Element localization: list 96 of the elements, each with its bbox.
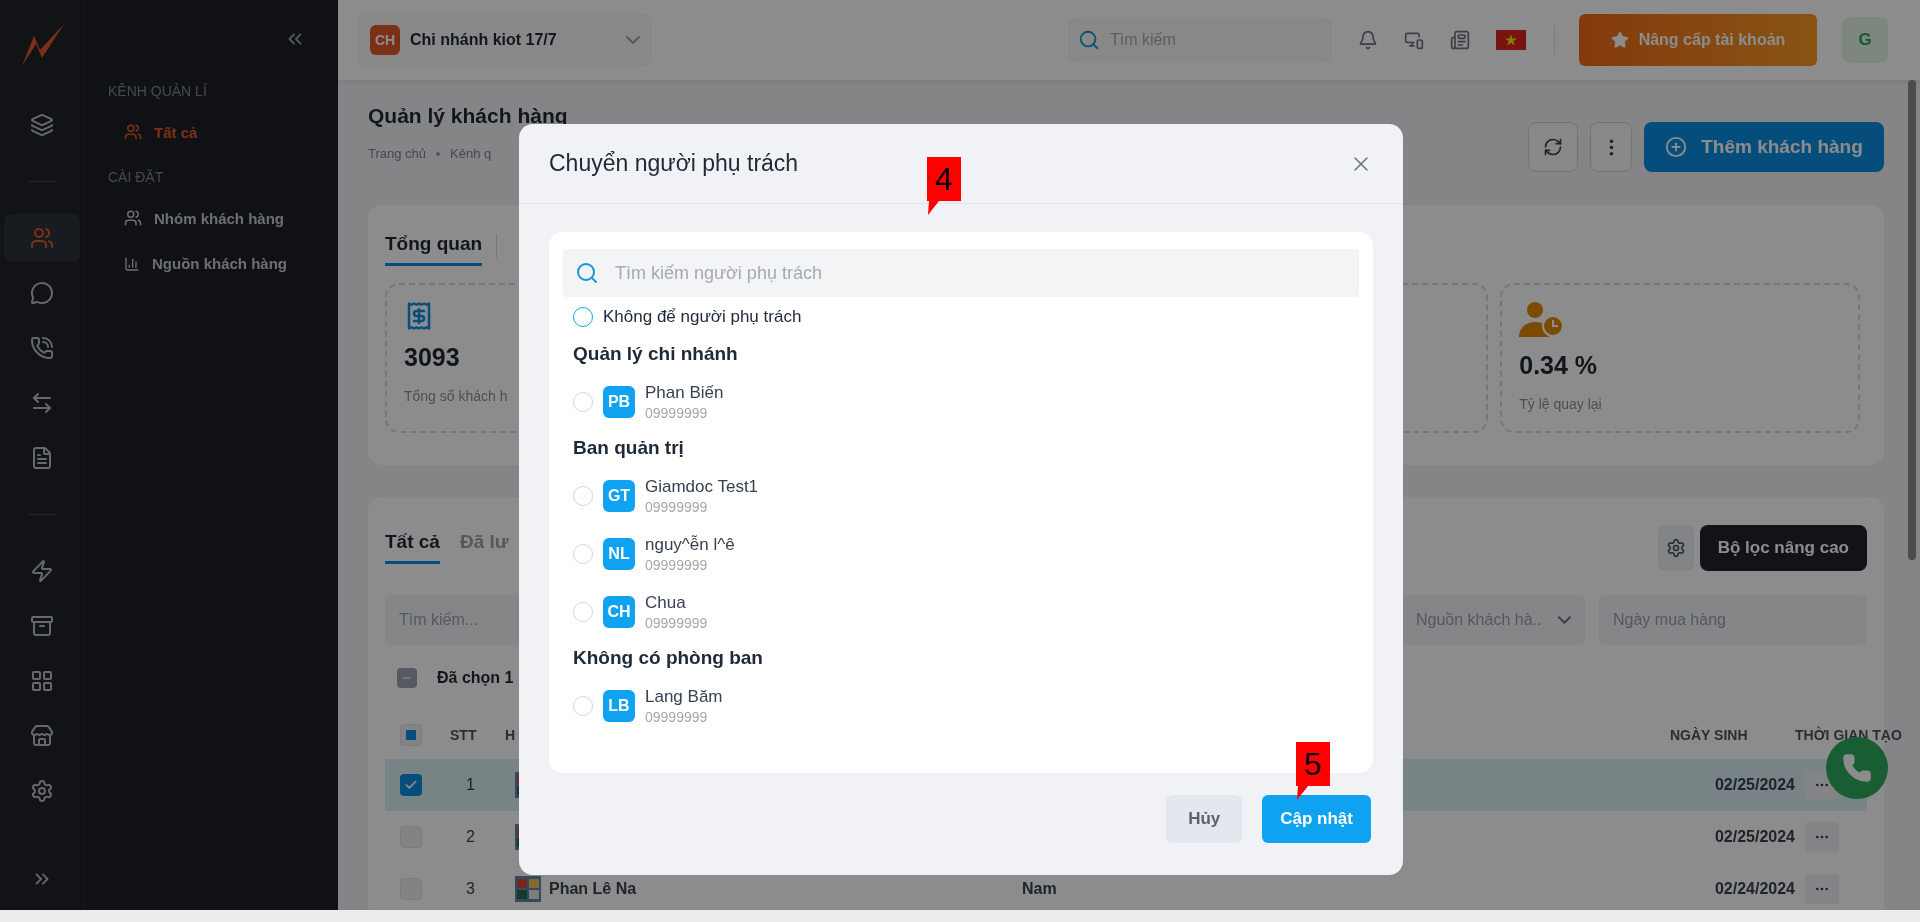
tab[interactable]: Tất cả [385, 531, 440, 564]
chat-icon [30, 281, 54, 305]
group-title: Không có phòng ban [572, 647, 764, 669]
more-icon [1608, 138, 1614, 156]
chart-icon [124, 255, 140, 272]
stat-value: 0.34 % [1519, 351, 1598, 380]
menu-item[interactable]: Nhóm khách hàng [108, 209, 338, 227]
section-title: CÀI ĐẶT [108, 169, 165, 185]
settings-icon [1665, 537, 1686, 558]
news-icon[interactable] [1450, 30, 1470, 50]
search-icon [1078, 29, 1100, 51]
refresh-button[interactable] [1528, 122, 1578, 172]
cancel-button[interactable]: Hủy [1166, 795, 1243, 843]
menu-item[interactable]: Nguồn khách hàng [108, 255, 338, 272]
breadcrumb-link[interactable]: Kênh q [450, 146, 492, 161]
deselect-checkbox[interactable] [397, 668, 417, 688]
stat-value: 3093 [404, 343, 460, 372]
scrollbar[interactable] [1908, 80, 1916, 560]
menu-item[interactable]: Tất cả [108, 123, 338, 141]
settings-icon [30, 779, 54, 803]
users-icon [124, 123, 142, 141]
lightning-icon [30, 559, 54, 583]
table-cell: 02/25/2024 [1714, 828, 1795, 846]
row-checkbox[interactable] [400, 774, 422, 796]
chevron-icon [626, 36, 640, 44]
table-cell: 02/24/2024 [1714, 880, 1795, 898]
initials-avatar: GT [603, 480, 635, 512]
stat-label: Tổng số khách h [404, 388, 508, 404]
table-cell: 02/25/2024 [1714, 776, 1795, 794]
users-icon [124, 209, 142, 227]
column-header: STT [449, 727, 477, 743]
star-icon [1610, 31, 1629, 49]
tab[interactable]: Tổng quan [385, 233, 483, 266]
add-customer-button[interactable]: Thêm khách hàng [1644, 122, 1884, 172]
users-icon [30, 226, 54, 250]
breadcrumb-link[interactable]: Trang chủ [368, 146, 427, 161]
stat-label: Tỷ lệ quay lại [1519, 396, 1602, 412]
person-name: Lang Băm [645, 687, 723, 707]
section-title: KÊNH QUẢN LÍ [108, 83, 208, 99]
person-name: nguy^ễn l^ê [645, 535, 735, 555]
table-cell-text: 1 [465, 776, 475, 794]
initials-avatar: LB [603, 690, 635, 722]
phone-icon [1842, 753, 1872, 783]
refresh-icon [1543, 137, 1563, 157]
callout-label: 5 [1296, 742, 1330, 786]
search-input[interactable]: Tìm kiếm người phụ trách [613, 261, 1308, 285]
document-icon [30, 446, 54, 470]
initials-avatar: CH [603, 596, 635, 628]
phone-number: 09999999 [645, 709, 709, 725]
check-icon [404, 778, 418, 792]
flag-icon[interactable] [1496, 30, 1526, 50]
bell-icon[interactable] [1358, 30, 1378, 50]
branch-selector[interactable]: CH Chi nhánh kiot 17/7 [358, 14, 652, 66]
phone-number: 09999999 [645, 499, 709, 515]
upgrade-button[interactable]: Nâng cấp tài khoản [1579, 14, 1817, 66]
tab[interactable]: Đã lư [459, 531, 509, 564]
user-avatar[interactable]: G [1842, 17, 1888, 63]
dialog-title: Chuyển người phụ trách [549, 150, 799, 177]
phone-number: 09999999 [645, 615, 708, 631]
advanced-filter-button[interactable]: Bộ lọc nâng cao [1699, 524, 1867, 571]
selection-count: Đã chọn 1 [437, 669, 514, 687]
settings-button[interactable] [1657, 524, 1694, 571]
grid-icon [30, 669, 54, 693]
layers-icon [30, 113, 54, 137]
table-cell-text: 2 [465, 828, 475, 846]
store-icon [30, 724, 54, 748]
nav-item[interactable] [4, 214, 80, 262]
column-header: H [504, 727, 516, 743]
customer-name: Phan Lê Na [549, 880, 637, 898]
option-label: Không để người phụ trách [603, 307, 802, 327]
callout-pointer [1296, 786, 1308, 800]
phone-icon [30, 336, 54, 360]
table-cell-text: 3 [465, 880, 475, 898]
archive-icon [30, 614, 54, 638]
search-field[interactable]: Tìm kiếm người phụ trách [563, 249, 1359, 297]
phone-number: 09999999 [645, 405, 709, 421]
callout-pointer [927, 201, 939, 215]
callout-label: 4 [927, 157, 961, 201]
exchange-icon [30, 391, 54, 415]
more-button[interactable] [1590, 122, 1632, 172]
update-button[interactable]: Cập nhật [1262, 795, 1371, 843]
person-name: Chua [645, 593, 687, 613]
select-all-checkbox[interactable] [400, 724, 422, 746]
phone-number: 09999999 [645, 557, 709, 573]
group-title: Quản lý chi nhánh [572, 343, 739, 365]
chevron-icon [1558, 616, 1571, 624]
plus-icon [1665, 136, 1688, 158]
column-header: NGÀY SINH [1669, 727, 1748, 743]
table-cell-text: Nam [1021, 880, 1057, 898]
search-icon [575, 261, 599, 285]
person-name: Phan Biến [645, 383, 724, 403]
initials-avatar: NL [603, 538, 635, 570]
screen-icon[interactable] [1404, 30, 1424, 50]
group-title: Ban quản trị [572, 437, 685, 459]
initials-avatar: PB [603, 386, 635, 418]
person-name: Giamdoc Test1 [645, 477, 759, 497]
